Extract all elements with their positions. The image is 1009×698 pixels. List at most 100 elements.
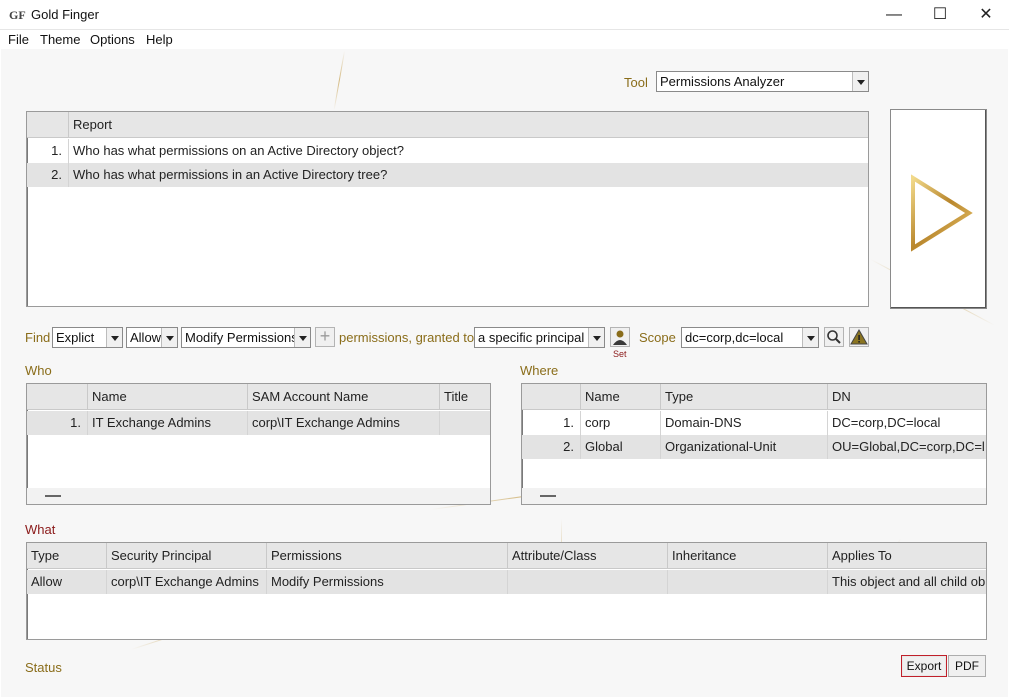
where-header: Name Type DN [522, 384, 986, 410]
set-label: Set [613, 349, 627, 359]
where-row-2[interactable]: 2. Global Organizational-Unit OU=Global,… [522, 435, 986, 459]
plus-icon: + [319, 326, 331, 346]
scope-label: Scope [639, 330, 676, 345]
who-header-sam: SAM Account Name [248, 384, 440, 410]
where-row-dn: OU=Global,DC=corp,DC=l [832, 439, 985, 454]
chevron-down-icon [802, 328, 818, 347]
menu-help[interactable]: Help [146, 32, 173, 47]
who-row-name: IT Exchange Admins [88, 411, 248, 435]
report-table: Report 1. Who has what permissions on an… [26, 111, 869, 307]
chevron-down-icon [294, 328, 310, 347]
where-header-dn: DN [832, 389, 851, 404]
tool-select[interactable]: Permissions Analyzer [656, 71, 869, 92]
who-header-num [27, 384, 88, 410]
who-footer [27, 488, 490, 504]
where-footer [522, 488, 986, 504]
chevron-down-icon [588, 328, 604, 347]
chevron-down-icon [106, 328, 122, 347]
run-button[interactable] [890, 109, 987, 309]
what-header-applies: Applies To [832, 548, 892, 563]
app-logo-icon: GF [9, 8, 26, 22]
where-row-type: Domain-DNS [661, 411, 828, 435]
tool-select-value: Permissions Analyzer [660, 74, 785, 89]
scope-select[interactable]: dc=corp,dc=local [681, 327, 819, 348]
report-row-text: Who has what permissions in an Active Di… [73, 167, 388, 182]
principal-value: a specific principal [478, 330, 585, 345]
menu-options[interactable]: Options [90, 32, 135, 47]
where-row-name: corp [581, 411, 661, 435]
pdf-button[interactable]: PDF [948, 655, 986, 677]
who-row-sam: corp\IT Exchange Admins [248, 411, 440, 435]
what-header-attribute: Attribute/Class [508, 543, 668, 569]
where-table: Name Type DN 1. corp Domain-DNS DC=corp,… [521, 383, 987, 505]
report-row-text: Who has what permissions on an Active Di… [73, 143, 404, 158]
report-row-2[interactable]: 2. Who has what permissions in an Active… [27, 163, 868, 187]
decor-line [333, 50, 345, 111]
what-row-1[interactable]: Allow corp\IT Exchange Admins Modify Per… [27, 570, 986, 594]
who-header-title: Title [444, 389, 469, 404]
principal-select[interactable]: a specific principal [474, 327, 605, 348]
search-icon [827, 330, 841, 344]
search-scope-button[interactable] [824, 327, 844, 347]
what-header-permissions: Permissions [267, 543, 508, 569]
title-bar: GF Gold Finger — ☐ ✕ [0, 0, 1009, 30]
warning-icon [850, 328, 868, 345]
who-row-1[interactable]: 1. IT Exchange Admins corp\IT Exchange A… [27, 411, 490, 435]
menu-file[interactable]: File [8, 32, 29, 47]
where-row-type: Organizational-Unit [661, 435, 828, 459]
what-table: Type Security Principal Permissions Attr… [26, 542, 987, 640]
what-row-attribute [508, 570, 668, 594]
what-header-principal: Security Principal [107, 543, 267, 569]
menu-theme[interactable]: Theme [40, 32, 80, 47]
where-row-name: Global [581, 435, 661, 459]
status-label: Status [25, 660, 62, 675]
find-permission-value: Modify Permissions [185, 330, 298, 345]
remove-where-button[interactable] [540, 495, 556, 497]
window-title: Gold Finger [31, 7, 99, 22]
what-row-type: Allow [27, 570, 107, 594]
what-label: What [25, 522, 56, 537]
where-header-name: Name [581, 384, 661, 410]
find-label: Find [25, 330, 51, 345]
scope-value: dc=corp,dc=local [685, 330, 784, 345]
where-row-num: 2. [522, 435, 581, 459]
export-button[interactable]: Export [901, 655, 947, 677]
report-row-num: 2. [27, 163, 69, 187]
chevron-down-icon [852, 72, 868, 91]
find-access-value: Allow [130, 330, 162, 345]
where-row-num: 1. [522, 411, 581, 435]
report-header: Report [27, 112, 868, 138]
what-row-applies: This object and all child ob [832, 574, 986, 589]
what-header-inheritance: Inheritance [668, 543, 828, 569]
add-permission-button[interactable]: + [315, 327, 335, 347]
find-access-select[interactable]: Allow [126, 327, 178, 348]
play-icon [911, 174, 973, 252]
what-header-type: Type [27, 543, 107, 569]
what-row-principal: corp\IT Exchange Admins [107, 570, 267, 594]
where-row-1[interactable]: 1. corp Domain-DNS DC=corp,DC=local [522, 411, 986, 435]
find-permission-select[interactable]: Modify Permissions [181, 327, 311, 348]
set-principal-button[interactable] [610, 327, 630, 347]
where-label: Where [520, 363, 559, 378]
minimize-button[interactable]: — [871, 0, 917, 30]
report-header-num [27, 112, 69, 138]
report-row-1[interactable]: 1. Who has what permissions on an Active… [27, 139, 868, 163]
chevron-down-icon [161, 328, 177, 347]
tool-label: Tool [624, 75, 648, 90]
what-row-permissions: Modify Permissions [267, 570, 508, 594]
what-row-inheritance [668, 570, 828, 594]
who-row-title [440, 411, 490, 435]
granted-to-label: permissions, granted to [339, 330, 475, 345]
who-table: Name SAM Account Name Title 1. IT Exchan… [26, 383, 491, 505]
who-row-num: 1. [27, 411, 88, 435]
find-type-value: Explict [56, 330, 95, 345]
where-header-num [522, 384, 581, 410]
where-header-type: Type [661, 384, 828, 410]
remove-who-button[interactable] [45, 495, 61, 497]
report-row-num: 1. [27, 139, 69, 163]
warning-button[interactable] [849, 327, 869, 347]
who-label: Who [25, 363, 52, 378]
close-button[interactable]: ✕ [963, 0, 1009, 30]
maximize-button[interactable]: ☐ [917, 0, 963, 30]
find-type-select[interactable]: Explict [52, 327, 123, 348]
